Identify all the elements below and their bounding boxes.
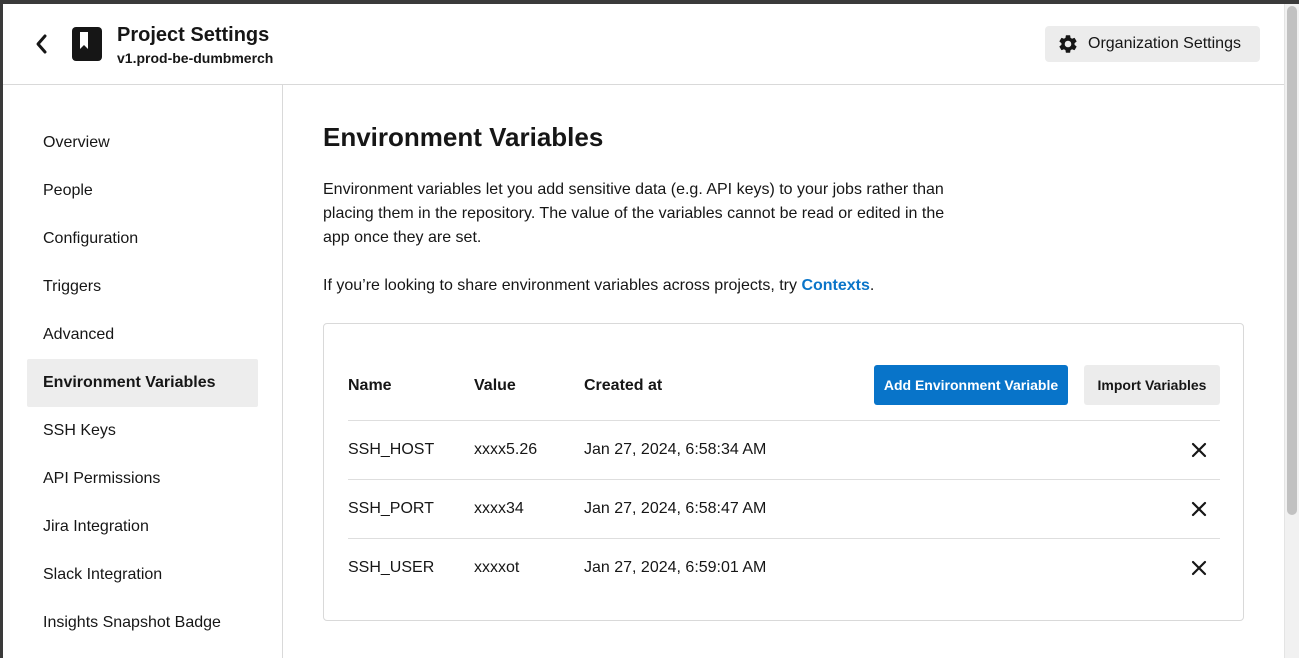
page-scrollbar[interactable] [1284, 4, 1299, 658]
row-name: SSH_PORT [348, 500, 434, 517]
row-value: xxxx5.26 [474, 441, 538, 458]
close-icon[interactable] [1190, 441, 1208, 459]
page-header: Project Settings v1.prod-be-dumbmerch Or… [3, 4, 1284, 85]
bookmark-icon [72, 27, 102, 61]
contexts-hint-suffix: . [869, 277, 875, 294]
close-icon[interactable] [1190, 559, 1208, 577]
table-row: SSH_PORT xxxx34 Jan 27, 2024, 6:58:47 AM [348, 479, 1220, 538]
env-vars-card: Name Value Created at Add Environment Va… [323, 323, 1244, 621]
sidebar-item-jira-integration[interactable]: Jira Integration [27, 503, 258, 551]
import-variables-button[interactable]: Import Variables [1084, 365, 1220, 405]
row-created-at: Jan 27, 2024, 6:59:01 AM [584, 559, 767, 576]
sidebar-item-ssh-keys[interactable]: SSH Keys [27, 407, 258, 455]
column-header-created-at: Created at [584, 377, 663, 394]
column-header-value: Value [474, 377, 516, 394]
sidebar-item-advanced[interactable]: Advanced [27, 311, 258, 359]
row-value: xxxxot [474, 559, 520, 576]
sidebar-item-insights-snapshot-badge[interactable]: Insights Snapshot Badge [27, 599, 258, 647]
sidebar-item-slack-integration[interactable]: Slack Integration [27, 551, 258, 599]
sidebar-item-people[interactable]: People [27, 167, 258, 215]
back-button[interactable] [29, 30, 53, 58]
row-name: SSH_USER [348, 559, 435, 576]
settings-sidebar: Overview People Configuration Triggers A… [3, 85, 283, 658]
section-description: Environment variables let you add sensit… [323, 181, 945, 246]
sidebar-item-api-permissions[interactable]: API Permissions [27, 455, 258, 503]
add-environment-variable-button[interactable]: Add Environment Variable [874, 365, 1068, 405]
contexts-link[interactable]: Contexts [801, 277, 869, 294]
sidebar-item-environment-variables[interactable]: Environment Variables [27, 359, 258, 407]
row-name: SSH_HOST [348, 441, 435, 458]
row-value: xxxx34 [474, 500, 524, 517]
table-row: SSH_HOST xxxx5.26 Jan 27, 2024, 6:58:34 … [348, 420, 1220, 479]
sidebar-item-overview[interactable]: Overview [27, 119, 258, 167]
contexts-hint-text: If you’re looking to share environment v… [323, 277, 802, 294]
contexts-hint: If you’re looking to share environment v… [323, 274, 874, 298]
page-title: Project Settings [117, 24, 270, 46]
row-created-at: Jan 27, 2024, 6:58:47 AM [584, 500, 767, 517]
table-row: SSH_USER xxxxot Jan 27, 2024, 6:59:01 AM [348, 538, 1220, 597]
main-content: Environment Variables Environment variab… [323, 85, 1263, 658]
section-heading: Environment Variables [323, 122, 604, 152]
gear-icon [1059, 35, 1077, 53]
chevron-left-icon [36, 34, 47, 54]
column-header-name: Name [348, 377, 392, 394]
row-created-at: Jan 27, 2024, 6:58:34 AM [584, 441, 767, 458]
project-name: v1.prod-be-dumbmerch [117, 50, 274, 66]
sidebar-item-configuration[interactable]: Configuration [27, 215, 258, 263]
close-icon[interactable] [1190, 500, 1208, 518]
sidebar-item-triggers[interactable]: Triggers [27, 263, 258, 311]
scrollbar-thumb[interactable] [1287, 6, 1297, 515]
organization-settings-button[interactable]: Organization Settings [1045, 26, 1260, 62]
organization-settings-label: Organization Settings [1088, 35, 1241, 52]
